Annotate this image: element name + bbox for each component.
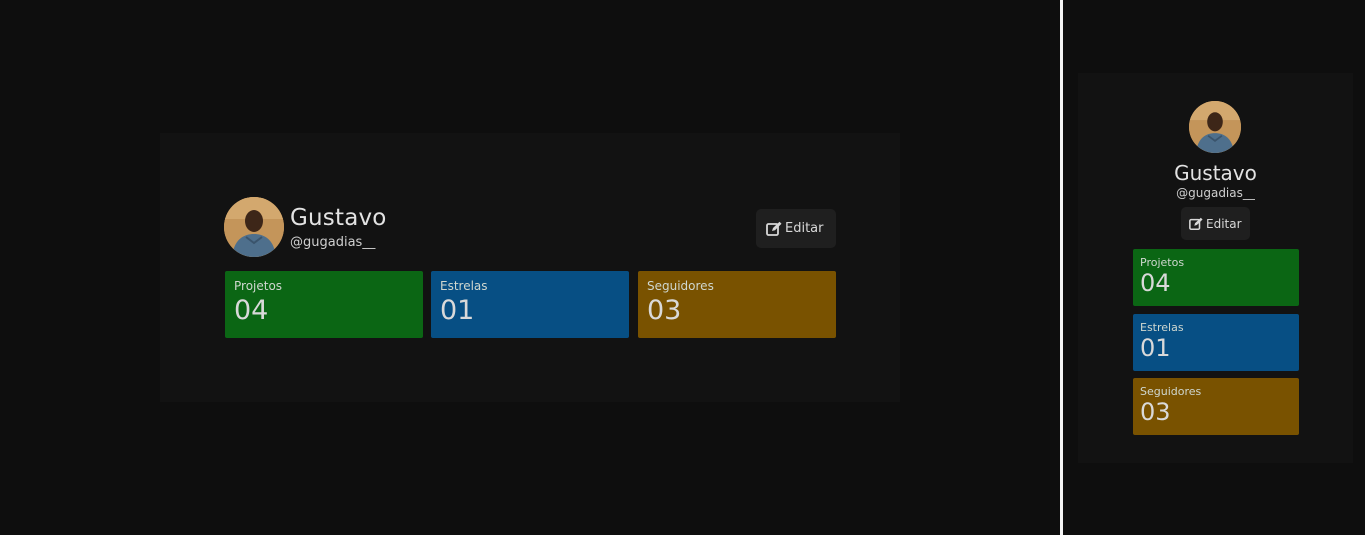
edit-profile-button[interactable]: Editar — [756, 209, 836, 248]
edit-profile-button[interactable]: Editar — [1181, 207, 1250, 240]
profile-card-mobile: Gustavo @gugadias__ Editar Projetos 04 E… — [1078, 73, 1353, 463]
profile-name: Gustavo — [1174, 161, 1257, 185]
edit-button-label: Editar — [785, 221, 824, 236]
stat-estrelas: Estrelas 01 — [431, 271, 629, 338]
stat-value: 04 — [234, 295, 269, 326]
profile-card-desktop: Gustavo @gugadias__ Editar Projetos 04 E… — [160, 133, 900, 402]
stat-label: Projetos — [234, 279, 283, 293]
stat-label: Seguidores — [647, 279, 714, 293]
profile-name: Gustavo — [290, 205, 387, 231]
profile-handle: @gugadias__ — [290, 235, 376, 250]
stat-value: 01 — [440, 295, 475, 326]
avatar — [224, 197, 284, 257]
profile-header: Gustavo @gugadias__ — [224, 197, 836, 257]
avatar-photo-icon — [224, 197, 284, 257]
stat-projetos: Projetos 04 — [1133, 249, 1299, 306]
stat-label: Estrelas — [440, 279, 488, 293]
preview-divider — [1060, 0, 1063, 535]
stat-value: 01 — [1140, 334, 1171, 362]
avatar-photo-icon — [1189, 101, 1241, 153]
edit-icon — [1189, 217, 1203, 230]
stat-seguidores: Seguidores 03 — [638, 271, 836, 338]
stat-seguidores: Seguidores 03 — [1133, 378, 1299, 435]
stat-label: Estrelas — [1140, 321, 1184, 334]
avatar — [1189, 101, 1241, 153]
stat-value: 03 — [1140, 398, 1171, 426]
app-stage: Gustavo @gugadias__ Editar Projetos 04 E… — [0, 0, 1365, 535]
edit-button-label: Editar — [1206, 216, 1242, 231]
stat-projetos: Projetos 04 — [225, 271, 423, 338]
stat-value: 03 — [647, 295, 682, 326]
stat-label: Projetos — [1140, 256, 1185, 269]
stat-estrelas: Estrelas 01 — [1133, 314, 1299, 371]
edit-icon — [766, 221, 782, 236]
stat-label: Seguidores — [1140, 385, 1202, 398]
profile-handle: @gugadias__ — [1176, 186, 1255, 200]
stat-value: 04 — [1140, 269, 1171, 297]
